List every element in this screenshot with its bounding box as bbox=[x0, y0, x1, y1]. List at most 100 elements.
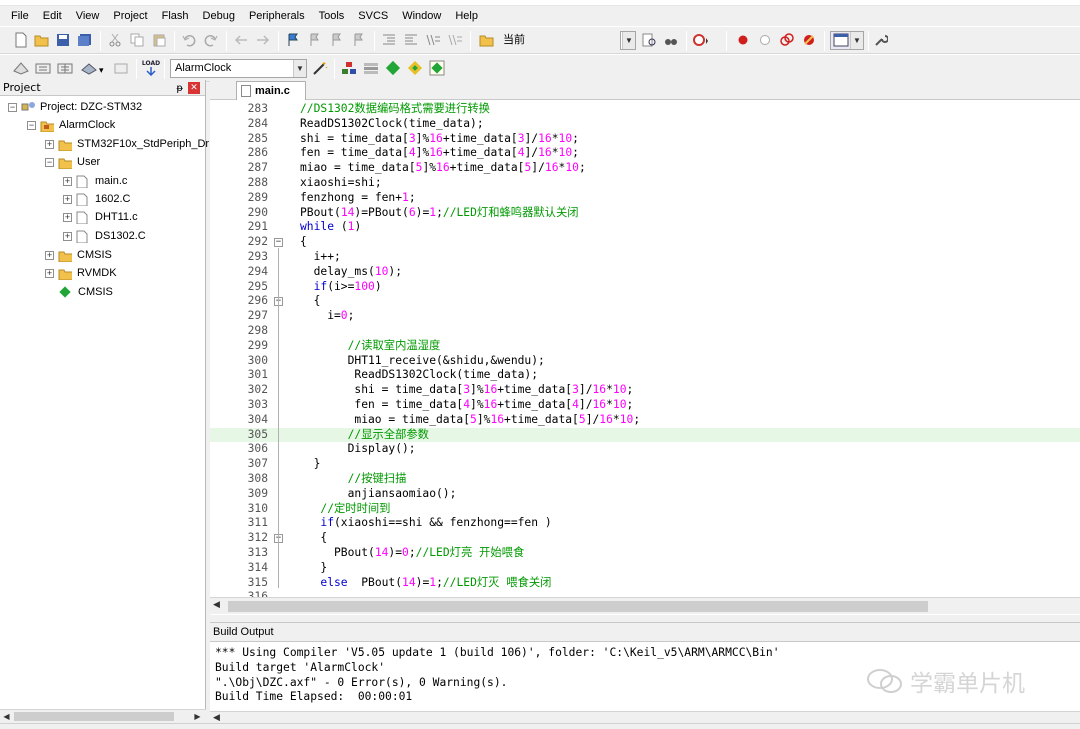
configure-button[interactable] bbox=[872, 31, 890, 49]
code-line[interactable]: 295 if(i>=100) bbox=[210, 280, 1080, 295]
code-line[interactable]: 306 Display(); bbox=[210, 442, 1080, 457]
new-file-button[interactable] bbox=[12, 31, 30, 49]
collapse-icon[interactable]: − bbox=[27, 120, 36, 130]
tab-main-c[interactable]: main.c bbox=[236, 81, 306, 100]
code-line[interactable]: 284 ReadDS1302Clock(time_data); bbox=[210, 117, 1080, 132]
save-all-button[interactable] bbox=[76, 31, 94, 49]
build-button[interactable] bbox=[34, 59, 52, 77]
menu-file[interactable]: File bbox=[4, 7, 36, 25]
code-line[interactable]: 313 PBout(14)=0;//LED灯亮 开始喂食 bbox=[210, 546, 1080, 561]
prev-bookmark-button[interactable] bbox=[306, 31, 324, 49]
code-line[interactable]: 303 fen = time_data[4]%16+time_data[4]/16… bbox=[210, 398, 1080, 413]
code-line[interactable]: 301 ReadDS1302Clock(time_data); bbox=[210, 368, 1080, 383]
collapse-icon[interactable]: − bbox=[45, 157, 54, 167]
debug-session-button[interactable] bbox=[692, 31, 710, 49]
project-hscrollbar[interactable]: ◀ ▶ bbox=[0, 709, 206, 723]
batch-build-button[interactable] bbox=[80, 59, 98, 77]
tree-item-ds1302-c[interactable]: + DS1302.C bbox=[63, 227, 146, 245]
stop-build-button[interactable] bbox=[112, 59, 130, 77]
scroll-thumb[interactable] bbox=[228, 601, 928, 612]
scroll-left-icon[interactable]: ◀ bbox=[213, 713, 220, 723]
code-line[interactable]: 299 //读取室内温湿度 bbox=[210, 339, 1080, 354]
tree-item-1602-c[interactable]: + 1602.C bbox=[63, 190, 130, 208]
tree-item-cmsis-component[interactable]: CMSIS bbox=[58, 283, 113, 301]
tree-item-rvmdk-group[interactable]: + RVMDK bbox=[45, 264, 117, 282]
code-line[interactable]: 304 miao = time_data[5]%16+time_data[5]/1… bbox=[210, 413, 1080, 428]
tree-item-target[interactable]: − AlarmClock bbox=[27, 116, 115, 134]
code-line[interactable]: 314} bbox=[210, 561, 1080, 576]
code-line[interactable]: 289 fenzhong = fen+1; bbox=[210, 191, 1080, 206]
code-line[interactable]: 302 shi = time_data[3]%16+time_data[3]/16… bbox=[210, 383, 1080, 398]
cut-button[interactable] bbox=[106, 31, 124, 49]
redo-button[interactable] bbox=[202, 31, 220, 49]
expand-icon[interactable]: + bbox=[45, 268, 54, 278]
close-pane-button[interactable]: ✕ bbox=[188, 82, 200, 94]
expand-icon[interactable]: + bbox=[63, 194, 72, 204]
window-layout-dropdown[interactable]: ▼ bbox=[830, 31, 864, 50]
code-line[interactable]: 316 bbox=[210, 590, 1080, 597]
menu-edit[interactable]: Edit bbox=[36, 7, 69, 25]
select-packs-button[interactable] bbox=[406, 59, 424, 77]
scroll-left-icon[interactable]: ◀ bbox=[0, 711, 13, 723]
find-button[interactable] bbox=[640, 31, 658, 49]
copy-button[interactable] bbox=[128, 31, 146, 49]
code-line[interactable]: 300 DHT11_receive(&shidu,&wendu); bbox=[210, 354, 1080, 369]
expand-icon[interactable]: + bbox=[63, 176, 72, 186]
expand-icon[interactable]: + bbox=[45, 139, 54, 149]
code-line[interactable]: 293 i++; bbox=[210, 250, 1080, 265]
code-line[interactable]: 308 //按键扫描 bbox=[210, 472, 1080, 487]
code-line[interactable]: 285 shi = time_data[3]%16+time_data[3]/16… bbox=[210, 132, 1080, 147]
menu-help[interactable]: Help bbox=[448, 7, 485, 25]
code-line[interactable]: 298 bbox=[210, 324, 1080, 339]
expand-icon[interactable]: + bbox=[63, 212, 72, 222]
menu-project[interactable]: Project bbox=[106, 7, 154, 25]
code-line[interactable]: 294 delay_ms(10); bbox=[210, 265, 1080, 280]
tree-item-stdperiph-group[interactable]: + STM32F10x_StdPeriph_Dr bbox=[45, 135, 209, 153]
code-line[interactable]: 292− { bbox=[210, 235, 1080, 250]
indent-button[interactable] bbox=[380, 31, 398, 49]
code-line[interactable]: 288 xiaoshi=shi; bbox=[210, 176, 1080, 191]
tree-item-dht11-c[interactable]: + DHT11.c bbox=[63, 208, 138, 226]
code-line[interactable]: 296−{ bbox=[210, 294, 1080, 309]
tree-item-project[interactable]: − Project: DZC-STM32 bbox=[8, 98, 142, 116]
code-line[interactable]: 305 //显示全部参数 bbox=[210, 427, 1080, 443]
editor-hscrollbar[interactable]: ◀ bbox=[210, 597, 1080, 614]
pin-icon[interactable]: ᵽ bbox=[176, 81, 183, 96]
code-line[interactable]: 315 else PBout(14)=1;//LED灯灭 喂食关闭 bbox=[210, 576, 1080, 591]
comment-button[interactable] bbox=[424, 31, 442, 49]
find-in-files-button[interactable] bbox=[478, 31, 496, 49]
menu-flash[interactable]: Flash bbox=[155, 7, 196, 25]
find-combo-dropdown[interactable]: ▼ bbox=[620, 31, 636, 50]
nav-back-button[interactable] bbox=[232, 31, 250, 49]
pack-installer-button[interactable] bbox=[384, 59, 402, 77]
code-line[interactable]: 307} bbox=[210, 457, 1080, 472]
kill-breakpoints-button[interactable] bbox=[800, 31, 818, 49]
file-extensions-button[interactable] bbox=[340, 59, 358, 77]
open-file-button[interactable] bbox=[33, 31, 51, 49]
code-line[interactable]: 283 //DS1302数据编码格式需要进行转换 bbox=[210, 102, 1080, 117]
tree-item-user-group[interactable]: − User bbox=[45, 153, 100, 171]
code-line[interactable]: 309 anjiansaomiao(); bbox=[210, 487, 1080, 502]
scroll-right-icon[interactable]: ▶ bbox=[191, 711, 204, 723]
code-line[interactable]: 286 fen = time_data[4]%16+time_data[4]/16… bbox=[210, 146, 1080, 161]
translate-button[interactable] bbox=[12, 59, 30, 77]
scroll-thumb[interactable] bbox=[14, 712, 174, 721]
fold-collapse-icon[interactable]: − bbox=[274, 238, 283, 248]
target-options-button[interactable] bbox=[311, 59, 329, 77]
clear-bookmarks-button[interactable] bbox=[350, 31, 368, 49]
code-line[interactable]: 287 miao = time_data[5]%16+time_data[5]/1… bbox=[210, 161, 1080, 176]
insert-breakpoint-button[interactable] bbox=[734, 31, 752, 49]
incremental-find-button[interactable] bbox=[662, 31, 680, 49]
disable-breakpoints-button[interactable] bbox=[778, 31, 796, 49]
paste-button[interactable] bbox=[150, 31, 168, 49]
manage-books-button[interactable] bbox=[362, 59, 380, 77]
download-button[interactable]: LOAD bbox=[142, 59, 160, 77]
undo-button[interactable] bbox=[180, 31, 198, 49]
code-line[interactable]: 311 if(xiaoshi==shi && fenzhong==fen ) bbox=[210, 516, 1080, 531]
chevron-down-icon[interactable]: ▾ bbox=[99, 63, 104, 79]
save-button[interactable] bbox=[54, 31, 72, 49]
collapse-icon[interactable]: − bbox=[8, 102, 17, 112]
expand-icon[interactable]: + bbox=[45, 250, 54, 260]
code-line[interactable]: 290 PBout(14)=PBout(6)=1;//LED灯和蜂鸣器默认关闭 bbox=[210, 206, 1080, 221]
manage-rte-button[interactable] bbox=[428, 59, 446, 77]
